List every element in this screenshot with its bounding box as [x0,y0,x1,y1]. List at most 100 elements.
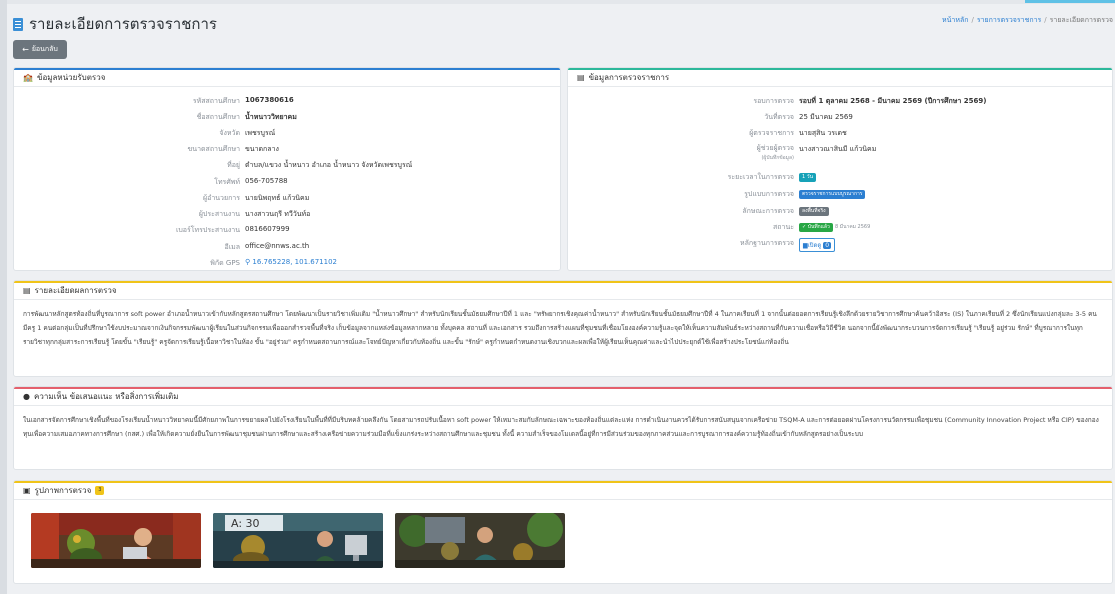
school-size-label: ขนาดสถานศึกษา [187,145,241,153]
breadcrumb-home[interactable]: หน้าหลัก [942,16,968,24]
photo-card-topbar [14,481,1112,483]
photo-gallery: A: 30 [31,513,577,568]
photo-3-image [395,513,565,568]
coordinator-phone-label: เบอร์โทรประสานงาน [175,226,240,234]
row-school-name: ชื่อสถานศึกษา น้ำหนาววิทยาคม [197,112,560,124]
row-director: ผู้อำนวยการ นายนิพฤทธ์ แก้วนิคม [203,193,560,205]
result-card-header: ▤ รายละเอียดผลการตรวจ [14,281,1112,300]
coordinator-label: ผู้ประสานงาน [198,210,240,218]
format-badge: ตรวจราชการแบบบูรณาการ [799,190,866,199]
inspector-value: นายสุสิน วรเดช [799,129,847,137]
inspection-card-topbar [568,68,1112,70]
inspection-photo-2[interactable]: A: 30 [213,513,383,568]
page-header: รายละเอียดการตรวจราชการ หน้าหลัก / รายการต… [13,12,1113,34]
row-format: รูปแบบการตรวจ ตรวจราชการแบบบูรณาการ [744,189,1112,201]
evidence-button-label: เปิดดู [807,242,822,249]
inspection-photo-3[interactable] [395,513,565,568]
evidence-label: หลักฐานการตรวจ [740,239,794,247]
email-value: office@nnws.ac.th [245,242,310,250]
duration-label: ระยะเวลาในการตรวจ [727,173,794,181]
status-date: 8 มีนาคม 2569 [835,224,871,230]
photo-card-title: รูปภาพการตรวจ [34,485,92,495]
row-status: สถานะ ✓ บันทึกแล้ว 8 มีนาคม 2569 [773,222,1112,234]
page-title-text: รายละเอียดการตรวจราชการ [29,15,217,33]
date-label: วันที่ตรวจ [764,113,794,121]
opinion-card: ● ความเห็น ข้อเสนอแนะ หรือสิ่งการเพิ่มเต… [13,386,1113,470]
image-icon: ▣ [23,485,31,495]
photo-card-header: ▣ รูปภาพการตรวจ 3 [14,481,1112,500]
opinion-card-title: ความเห็น ข้อเสนอแนะ หรือสิ่งการเพิ่มเติม [33,391,179,401]
coordinator-phone-value: 0816607999 [245,225,290,233]
row-duration: ระยะเวลาในการตรวจ 1 วัน [728,172,1112,184]
row-round: รอบการตรวจ รอบที่ 1 ตุลาคม 2568 - มีนาคม… [753,96,1112,108]
back-button[interactable]: ← ย้อนกลับ [13,40,67,59]
email-label: อีเมล [224,243,240,251]
school-size-value: ขนาดกลาง [245,145,279,153]
arrow-left-icon: ← [22,45,29,54]
address-label: ที่อยู่ [227,161,240,169]
row-province: จังหวัด เพชรบูรณ์ [219,128,560,140]
result-card-title: รายละเอียดผลการตรวจ [34,285,117,295]
comment-icon: ● [23,391,30,401]
row-inspector: ผู้ตรวจราชการ นายสุสิน วรเดช [749,128,1112,140]
school-name-label: ชื่อสถานศึกษา [196,113,240,121]
building-icon: 🏫 [23,72,33,82]
row-coordinator: ผู้ประสานงาน นางสาวนฤรี ทวีวันท์อ [199,209,560,221]
row-school-size: ขนาดสถานศึกษา ขนาดกลาง [188,144,560,156]
phone-label: โทรศัพท์ [214,178,240,186]
row-school-code: รหัสสถานศึกษา 1067380616 [193,96,560,108]
address-value: ตำบล/แขวง น้ำหนาว อำเภอ น้ำหนาว จังหวัดเ… [245,161,413,169]
breadcrumb: หน้าหลัก / รายการตรวจราชการ / รายละเอียดการต… [942,16,1113,24]
assistant-sublabel: (ผู้บันทึกข้อมูล) [761,155,794,161]
director-value: นายนิพฤทธ์ แก้วนิคม [245,194,310,202]
file-text-icon: ▤ [23,285,31,295]
school-name-value: น้ำหนาววิทยาคม [245,113,297,121]
gps-value: 16.765228, 101.671102 [252,258,337,266]
inspector-label: ผู้ตรวจราชการ [749,129,794,137]
opinion-card-header: ● ความเห็น ข้อเสนอแนะ หรือสิ่งการเพิ่มเต… [14,387,1112,406]
province-label: จังหวัด [219,129,240,137]
assistant-label: ผู้ช่วยผู้ตรวจ [756,144,794,152]
round-value: รอบที่ 1 ตุลาคม 2568 - มีนาคม 2569 (ปีกา… [799,97,987,105]
type-label: ลักษณะการตรวจ [742,207,794,215]
row-assistant: ผู้ช่วยผู้ตรวจ (ผู้บันทึกข้อมูล) นางสาวณา… [757,144,1112,166]
result-text: การพัฒนาหลักสูตรท้องถิ่นที่บูรณาการ soft… [23,310,1097,346]
row-evidence: หลักฐานการตรวจ ▆ เปิดดู 0 [740,238,1112,252]
photo-count-badge: 3 [95,485,105,495]
unit-card: 🏫 ข้อมูลหน่วยรับตรวจ รหัสสถานศึกษา 10673… [13,67,561,271]
photo-2-image: A: 30 [213,513,383,568]
row-coordinator-phone: เบอร์โทรประสานงาน 0816607999 [176,225,560,237]
school-code-label: รหัสสถานศึกษา [192,97,240,105]
clipboard-icon: ▤ [577,72,585,82]
phone-value: 056-705788 [245,177,288,185]
result-card: ▤ รายละเอียดผลการตรวจ การพัฒนาหลักสูตรท้… [13,280,1113,377]
coordinator-value: นางสาวนฤรี ทวีวันท์อ [245,210,311,218]
top-strip [0,0,1115,4]
page-title: รายละเอียดการตรวจราชการ [13,12,217,36]
photo-1-image [31,513,201,568]
status-label: สถานะ [773,223,794,231]
document-icon [13,17,23,31]
school-code-value: 1067380616 [245,96,294,104]
duration-badge: 1 วัน [799,173,816,182]
status-badge-label: บันทึกแล้ว [807,224,830,230]
breadcrumb-list[interactable]: รายการตรวจราชการ [977,16,1041,24]
unit-card-topbar [14,68,560,70]
director-label: ผู้อำนวยการ [203,194,240,202]
photo-card: ▣ รูปภาพการตรวจ 3 A: 30 [13,480,1113,584]
row-address: ที่อยู่ ตำบล/แขวง น้ำหนาว อำเภอ น้ำหนาว … [227,160,560,172]
status-badge: ✓ บันทึกแล้ว [799,223,833,232]
row-phone: โทรศัพท์ 056-705788 [214,177,560,189]
opinion-text: ในเอกสารจัดการศึกษาเชิงพื้นที่ของโรงเรีย… [23,416,1099,438]
gps-link[interactable]: ⚲ 16.765228, 101.671102 [245,258,337,266]
inspection-card-title: ข้อมูลการตรวจราชการ [588,72,670,82]
unit-card-title: ข้อมูลหน่วยรับตรวจ [36,72,106,82]
evidence-button[interactable]: ▆ เปิดดู 0 [799,238,836,252]
assistant-label-block: ผู้ช่วยผู้ตรวจ (ผู้บันทึกข้อมูล) [757,144,799,163]
left-edge [0,0,7,594]
unit-card-header: 🏫 ข้อมูลหน่วยรับตรวจ [14,68,560,87]
inspection-card-header: ▤ ข้อมูลการตรวจราชการ [568,68,1112,87]
inspection-photo-1[interactable] [31,513,201,568]
date-value: 25 มีนาคม 2569 [799,113,853,121]
map-pin-icon: ⚲ [245,258,251,266]
